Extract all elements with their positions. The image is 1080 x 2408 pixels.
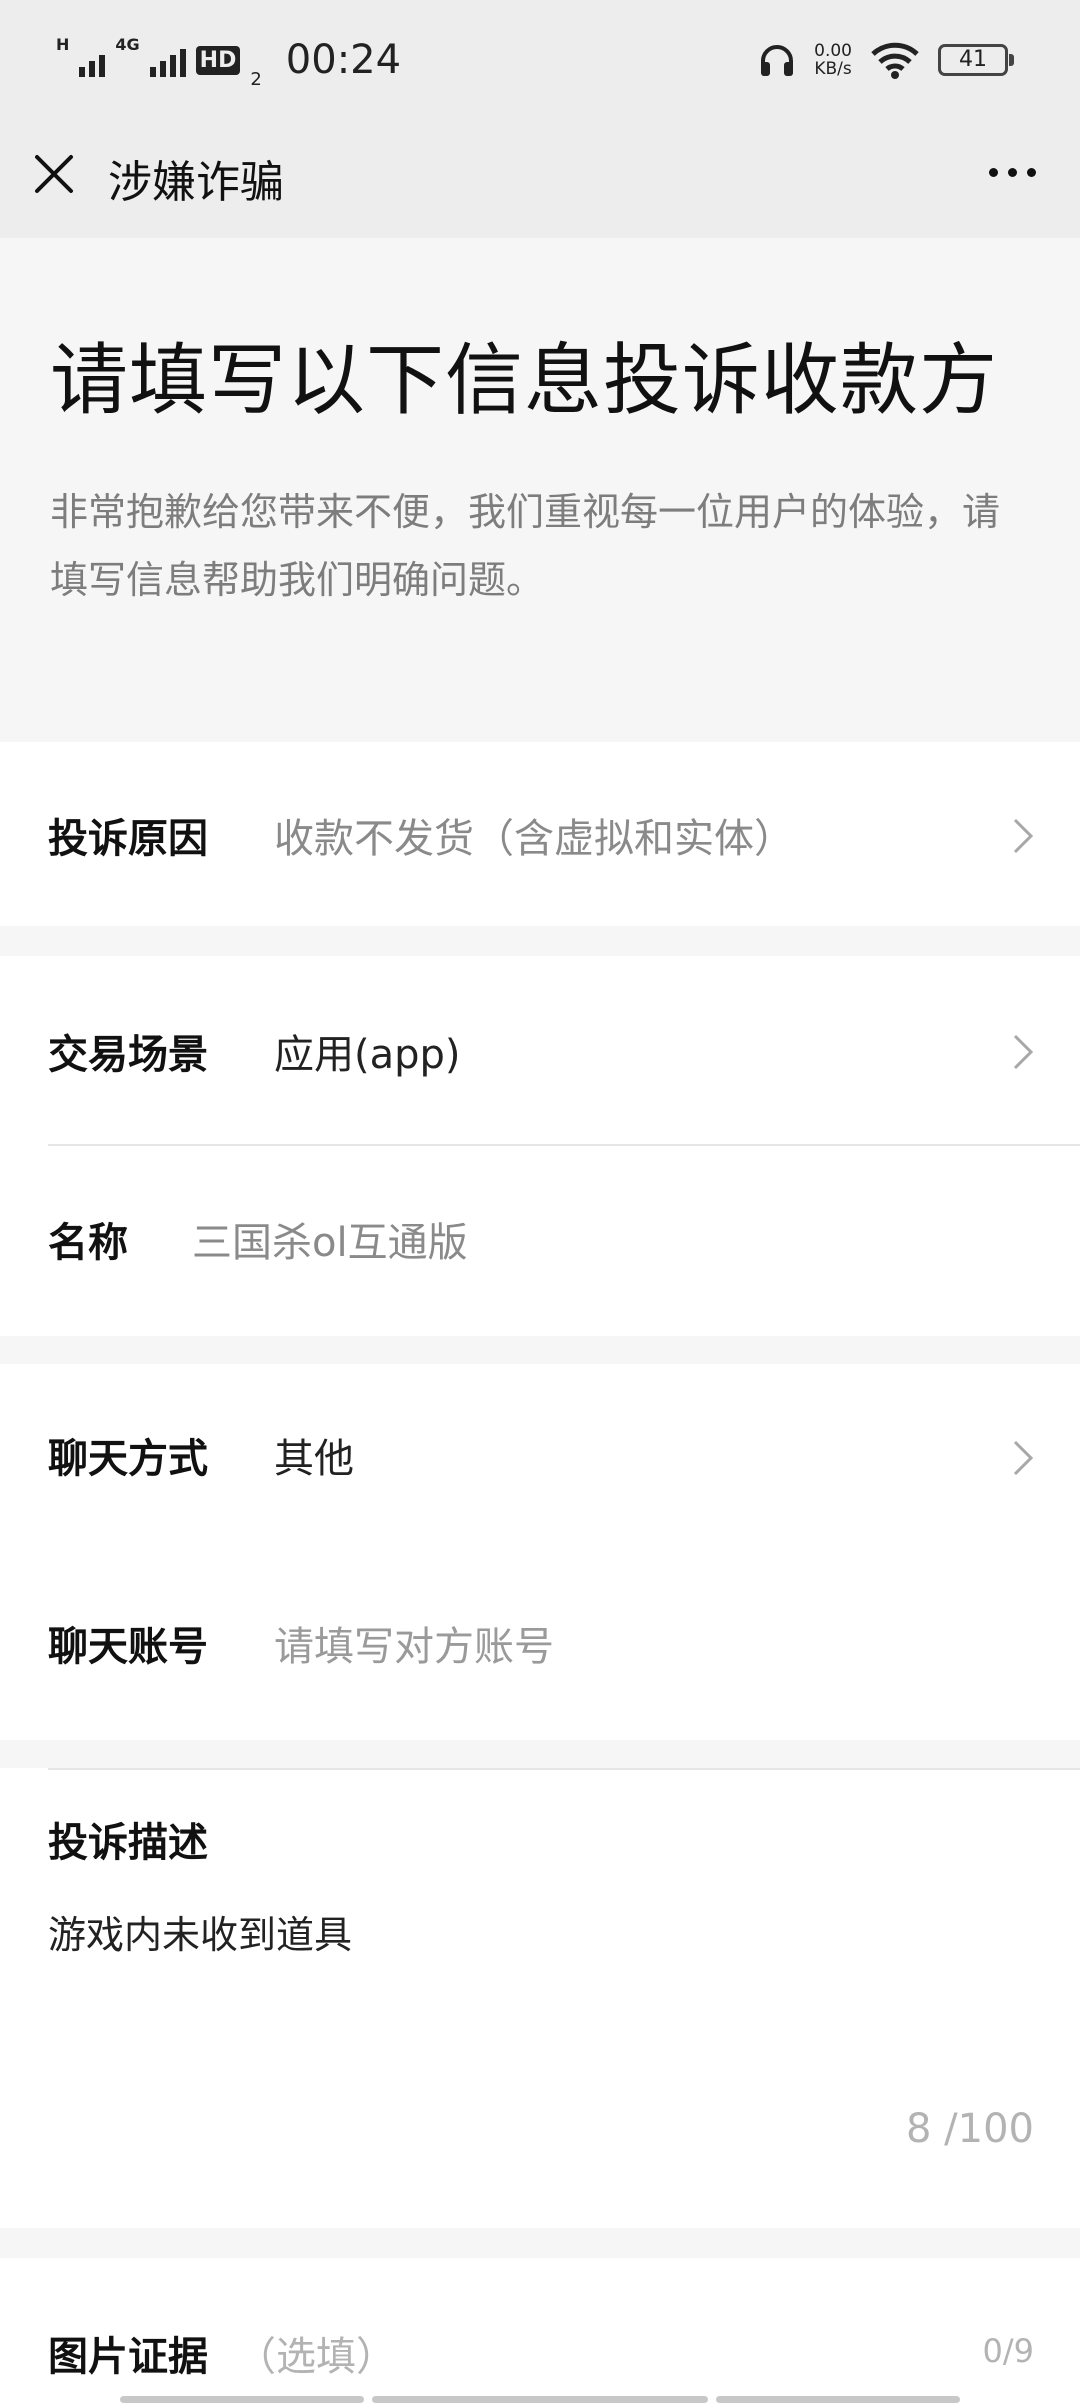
heading: 请填写以下信息投诉收款方 bbox=[50, 336, 999, 426]
speed-value: 0.00 bbox=[814, 41, 852, 61]
page-title: 涉嫌诈骗 bbox=[108, 157, 284, 208]
chevron-right-icon bbox=[1013, 818, 1034, 854]
more-icon[interactable] bbox=[989, 168, 1036, 177]
reason-value: 收款不发货（含虚拟和实体） bbox=[274, 816, 794, 862]
reason-label: 投诉原因 bbox=[48, 816, 208, 862]
scene-label: 交易场景 bbox=[48, 1032, 208, 1078]
network-4g-label: 4G bbox=[115, 34, 140, 54]
speed-unit: KB/s bbox=[814, 59, 852, 79]
battery-icon: 41 bbox=[938, 44, 1014, 76]
bottom-indicator bbox=[372, 2396, 708, 2403]
nav-bar: 涉嫌诈骗 bbox=[0, 120, 1080, 238]
close-icon[interactable] bbox=[32, 152, 76, 196]
evidence-section: 图片证据 （选填） 0/9 bbox=[0, 2258, 1080, 2408]
headphones-icon bbox=[761, 45, 794, 76]
signal-icon bbox=[79, 43, 106, 77]
bottom-indicator bbox=[716, 2396, 960, 2403]
name-row[interactable]: 名称 三国杀ol互通版 bbox=[0, 1146, 1080, 1336]
evidence-label: 图片证据 bbox=[48, 2334, 208, 2380]
evidence-optional-label: （选填） bbox=[236, 2334, 396, 2380]
evidence-counter: 0/9 bbox=[982, 2332, 1035, 2370]
divider bbox=[48, 1768, 1080, 1770]
status-bar: H 4G HD 2 00:24 0.00 KB/s 41 bbox=[0, 0, 1080, 120]
name-field[interactable]: 三国杀ol互通版 bbox=[192, 1210, 468, 1268]
description-counter: 8 /100 bbox=[906, 2106, 1034, 2152]
hd-voice-sub: 2 bbox=[250, 69, 262, 90]
signal-icon-2 bbox=[149, 43, 186, 77]
chevron-right-icon bbox=[1013, 1034, 1034, 1070]
network-speed: 0.00 KB/s bbox=[814, 42, 852, 78]
chat-account-row[interactable]: 聊天账号 请填写对方账号 bbox=[0, 1552, 1080, 1740]
scene-section: 交易场景 应用(app) 名称 三国杀ol互通版 bbox=[0, 956, 1080, 1336]
chat-account-label: 聊天账号 bbox=[48, 1624, 208, 1670]
description-section: 投诉描述 游戏内未收到道具 8 /100 bbox=[0, 1768, 1080, 2228]
reason-row[interactable]: 投诉原因 收款不发货（含虚拟和实体） bbox=[0, 742, 1080, 926]
chat-method-row[interactable]: 聊天方式 其他 bbox=[0, 1364, 1080, 1552]
bottom-indicator bbox=[120, 2396, 364, 2403]
intro-section: 请填写以下信息投诉收款方 非常抱歉给您带来不便，我们重视每一位用户的体验，请填写… bbox=[0, 238, 1080, 742]
chat-section: 聊天方式 其他 聊天账号 请填写对方账号 bbox=[0, 1364, 1080, 1740]
scene-value: 应用(app) bbox=[274, 1032, 461, 1078]
intro-text: 非常抱歉给您带来不便，我们重视每一位用户的体验，请填写信息帮助我们明确问题。 bbox=[50, 490, 1001, 602]
name-label: 名称 bbox=[48, 1220, 128, 1266]
hd-voice-badge: HD bbox=[195, 45, 241, 75]
chevron-right-icon bbox=[1013, 1440, 1034, 1476]
description-label: 投诉描述 bbox=[48, 1820, 208, 1866]
wifi-icon bbox=[871, 42, 919, 79]
reason-section: 投诉原因 收款不发货（含虚拟和实体） bbox=[0, 742, 1080, 926]
chat-account-input[interactable]: 请填写对方账号 bbox=[274, 1614, 554, 1672]
chat-method-value: 其他 bbox=[274, 1436, 354, 1482]
description-textarea[interactable]: 游戏内未收到道具 bbox=[48, 1904, 352, 1959]
network-h-label: H bbox=[56, 34, 70, 54]
scene-row[interactable]: 交易场景 应用(app) bbox=[0, 956, 1080, 1144]
chat-method-label: 聊天方式 bbox=[48, 1436, 208, 1482]
clock: 00:24 bbox=[285, 37, 402, 83]
